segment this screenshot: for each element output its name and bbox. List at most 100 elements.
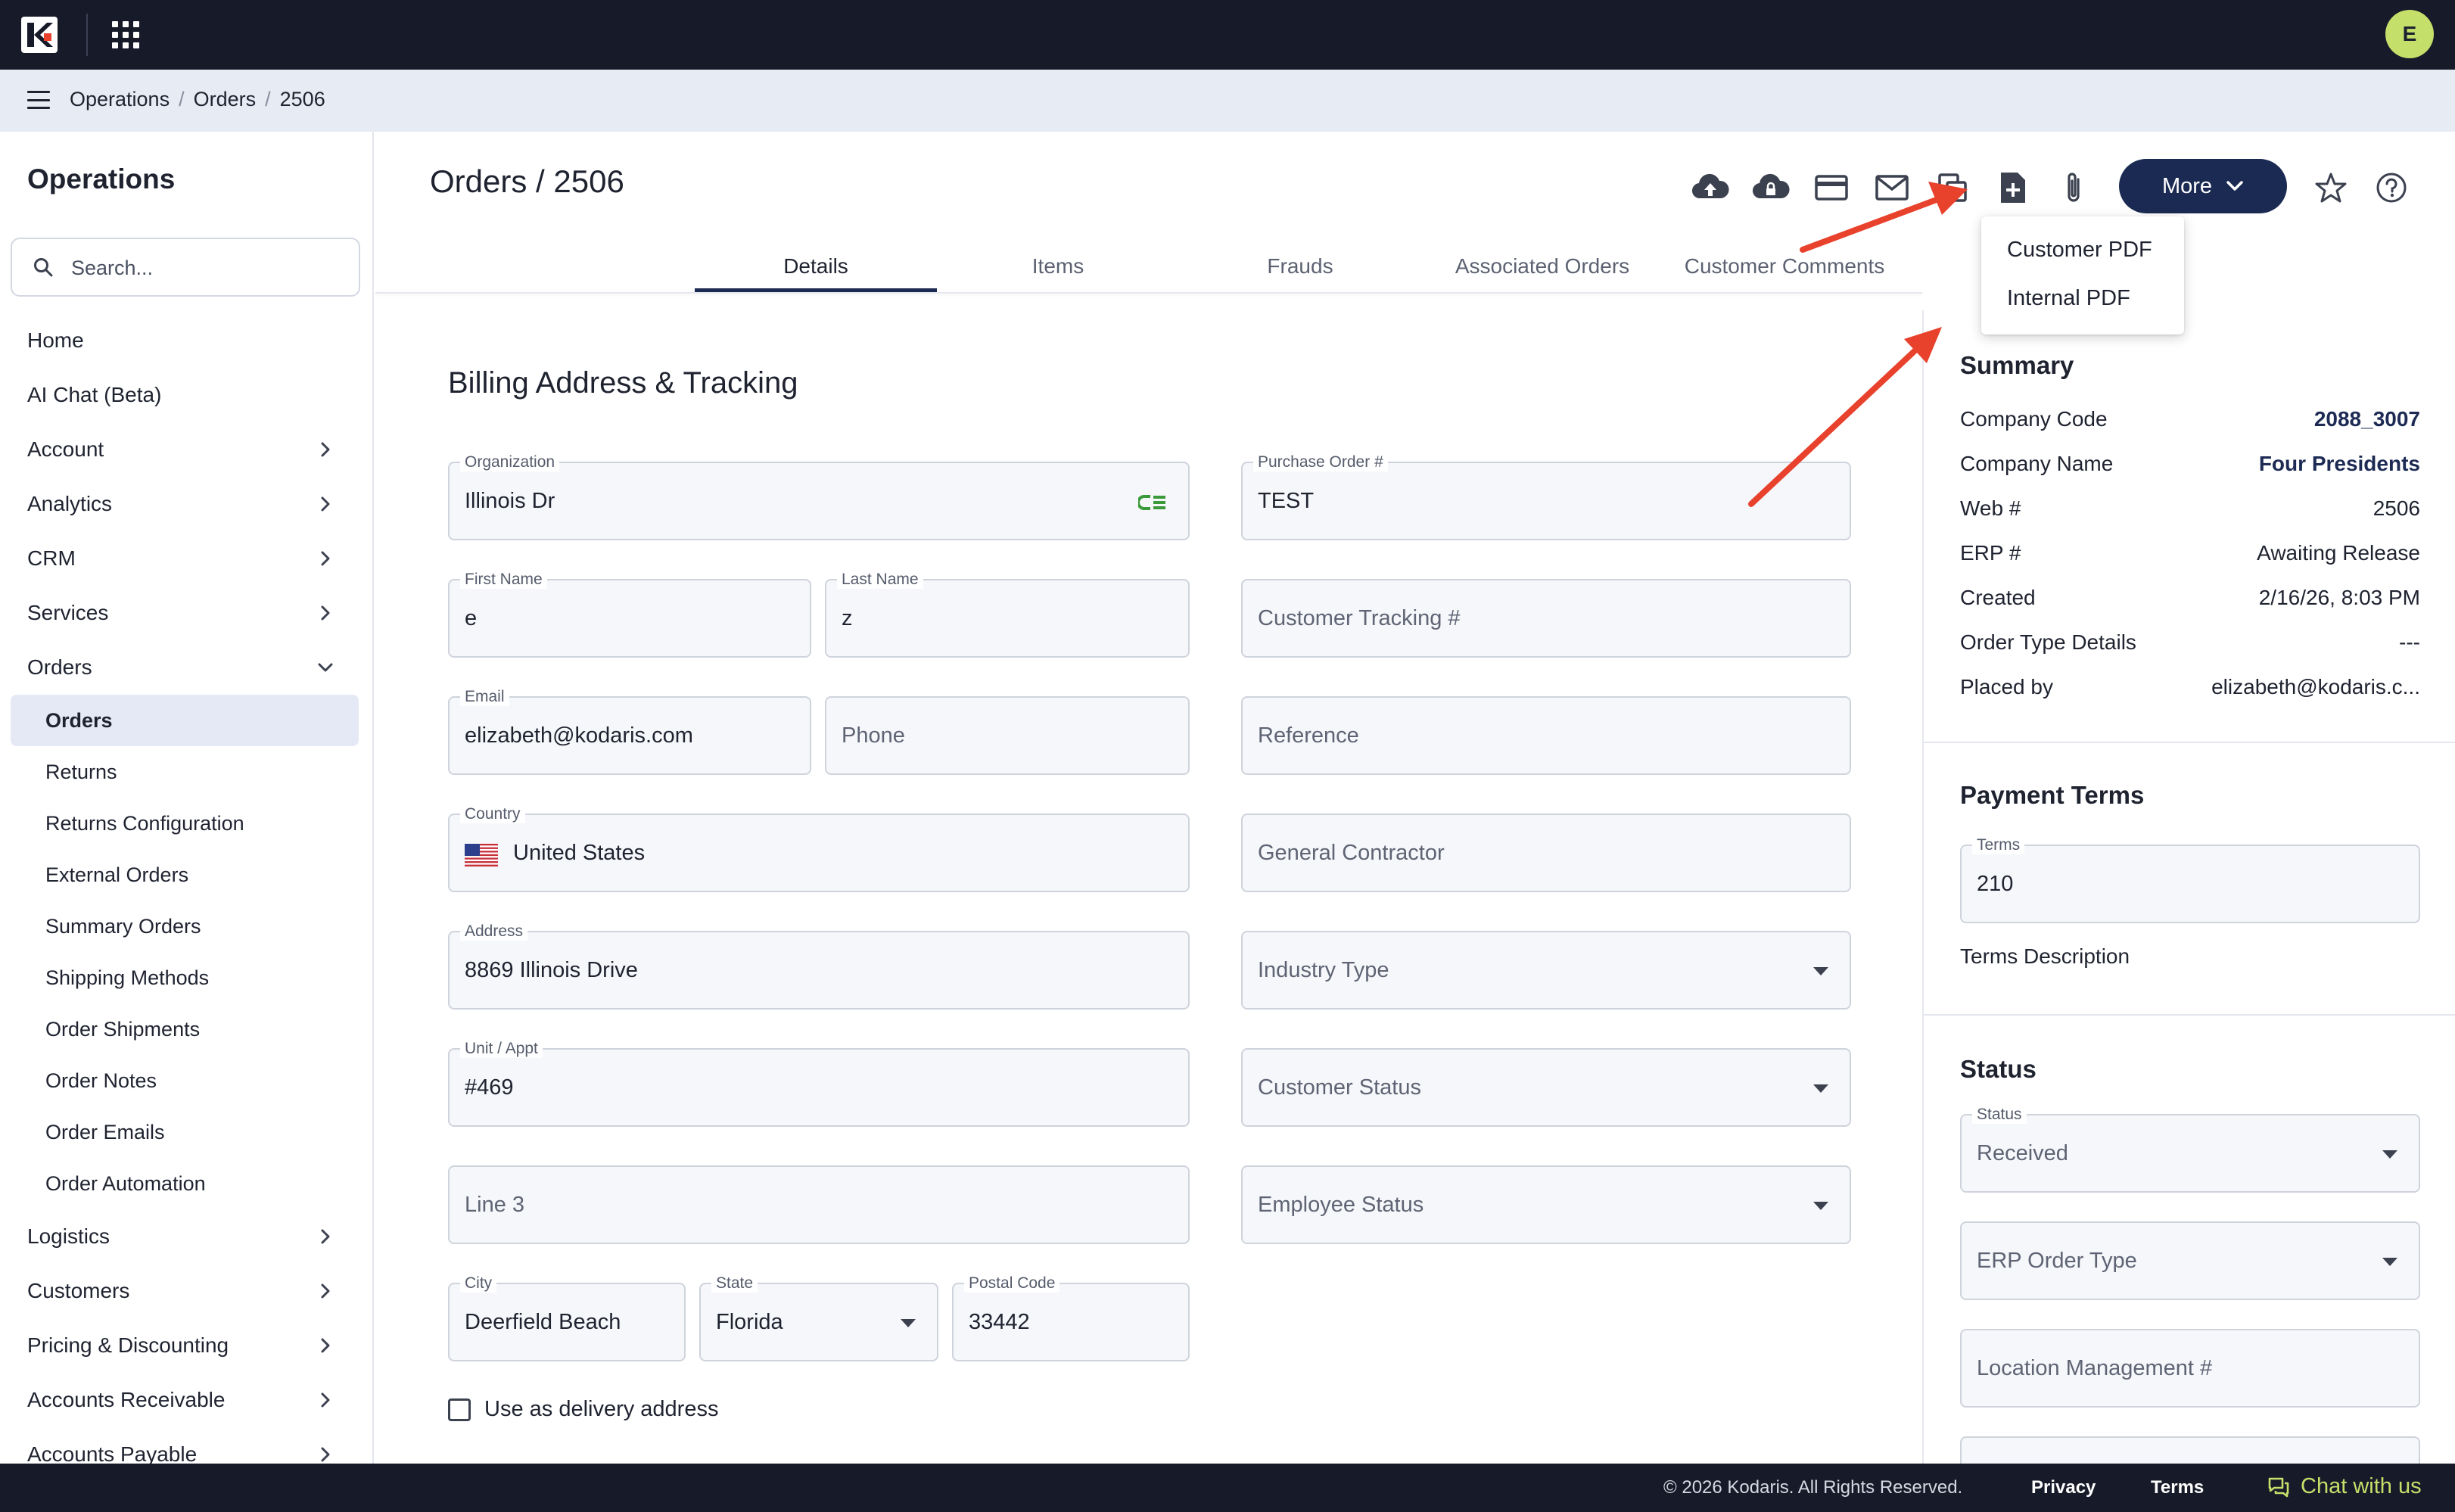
unit-field[interactable]: Unit / Appt #469	[448, 1040, 1190, 1127]
customer-status-select[interactable]: Customer Status	[1241, 1048, 1851, 1127]
purchase-order-value: TEST	[1258, 489, 1315, 513]
line3-field[interactable]: Line 3	[448, 1165, 1190, 1244]
user-avatar[interactable]: E	[2385, 10, 2434, 58]
terms-field[interactable]: Terms 210	[1960, 836, 2420, 923]
credit-card-icon[interactable]	[1812, 168, 1851, 207]
city-label: City	[460, 1274, 497, 1293]
sidebar-subitem-order-notes[interactable]: Order Notes	[0, 1055, 372, 1106]
search-input[interactable]	[71, 253, 344, 283]
country-field[interactable]: Country United States	[448, 805, 1190, 892]
location-management-field[interactable]: Location Management #	[1960, 1329, 2420, 1408]
erp-order-type-select[interactable]: ERP Order Type	[1960, 1221, 2420, 1300]
mail-icon[interactable]	[1872, 168, 1912, 207]
sidebar-item-account[interactable]: Account	[0, 422, 372, 477]
cloud-lock-icon[interactable]	[1751, 168, 1791, 207]
sidebar-item-accounts-receivable[interactable]: Accounts Receivable	[0, 1373, 372, 1427]
address-field[interactable]: Address 8869 Illinois Drive	[448, 922, 1190, 1010]
sidebar-subitem-order-emails[interactable]: Order Emails	[0, 1106, 372, 1158]
last-name-field[interactable]: Last Name z	[825, 571, 1190, 658]
tab-items[interactable]: Items	[937, 242, 1179, 292]
dropdown-arrow-icon	[2382, 1258, 2397, 1266]
more-button-label: More	[2161, 173, 2213, 198]
first-name-field[interactable]: First Name e	[448, 571, 811, 658]
app-grid-icon[interactable]	[112, 21, 139, 48]
sidebar-item-orders[interactable]: Orders	[0, 640, 372, 695]
industry-type-select[interactable]: Industry Type	[1241, 931, 1851, 1010]
tab-frauds[interactable]: Frauds	[1179, 242, 1421, 292]
sidebar-subitem-shipping-methods[interactable]: Shipping Methods	[0, 952, 372, 1003]
email-field[interactable]: Email elizabeth@kodaris.com	[448, 688, 811, 775]
sidebar-subitem-returns-configuration[interactable]: Returns Configuration	[0, 798, 372, 849]
organization-field[interactable]: Organization Illinois Dr	[448, 453, 1190, 540]
sidebar-item-pricing-discounting[interactable]: Pricing & Discounting	[0, 1318, 372, 1373]
summary-value[interactable]: Four Presidents	[2259, 452, 2420, 476]
dropdown-arrow-icon	[2382, 1150, 2397, 1159]
phone-field[interactable]: Phone	[825, 696, 1190, 775]
breadcrumb-bar: Operations / Orders / 2506	[0, 70, 2455, 132]
tab-associated-orders[interactable]: Associated Orders	[1421, 242, 1663, 292]
last-name-label: Last Name	[837, 571, 923, 589]
attachment-icon[interactable]	[2054, 168, 2093, 207]
summary-value: Awaiting Release	[2257, 541, 2420, 565]
sidebar-item-services[interactable]: Services	[0, 586, 372, 640]
payment-terms-title: Payment Terms	[1960, 781, 2145, 809]
copy-icon[interactable]	[1933, 168, 1972, 207]
sidebar-item-ai-chat-beta[interactable]: AI Chat (Beta)	[0, 368, 372, 422]
sidebar-item-crm[interactable]: CRM	[0, 531, 372, 586]
last-name-value: z	[842, 606, 853, 630]
sidebar-subitem-order-shipments[interactable]: Order Shipments	[0, 1003, 372, 1055]
breadcrumb-orders[interactable]: Orders	[194, 88, 257, 111]
state-select[interactable]: State Florida	[699, 1274, 938, 1361]
sidebar-item-customers[interactable]: Customers	[0, 1264, 372, 1318]
summary-row-placed-by: Placed by elizabeth@kodaris.c...	[1960, 675, 2420, 699]
sidebar-title: Operations	[27, 163, 176, 194]
organization-link-icon[interactable]	[1138, 490, 1168, 515]
menu-toggle-icon[interactable]	[27, 91, 50, 109]
sidebar-subitem-external-orders[interactable]: External Orders	[0, 849, 372, 901]
add-document-icon[interactable]	[1993, 168, 2033, 207]
chat-label: Chat with us	[2301, 1474, 2422, 1498]
tab-details[interactable]: Details	[695, 242, 937, 292]
summary-value[interactable]: 2088_3007	[2314, 407, 2420, 431]
postal-code-label: Postal Code	[964, 1274, 1060, 1293]
breadcrumb-operations[interactable]: Operations	[70, 88, 170, 111]
postal-code-field[interactable]: Postal Code 33442	[952, 1274, 1190, 1361]
star-icon[interactable]	[2311, 168, 2351, 207]
kodaris-logo[interactable]	[21, 17, 58, 53]
general-contractor-field[interactable]: General Contractor	[1241, 814, 1851, 892]
menu-item-customer-pdf[interactable]: Customer PDF	[1981, 226, 2184, 274]
sidebar-item-label: Services	[27, 601, 109, 624]
help-icon[interactable]	[2372, 168, 2411, 207]
sidebar-subitem-summary-orders[interactable]: Summary Orders	[0, 901, 372, 952]
menu-item-internal-pdf[interactable]: Internal PDF	[1981, 274, 2184, 322]
purchase-order-field[interactable]: Purchase Order # TEST	[1241, 453, 1851, 540]
sidebar-item-logistics[interactable]: Logistics	[0, 1209, 372, 1264]
city-field[interactable]: City Deerfield Beach	[448, 1274, 686, 1361]
terms-link[interactable]: Terms	[2151, 1477, 2204, 1498]
payment-divider	[1924, 1014, 2455, 1016]
employee-status-select[interactable]: Employee Status	[1241, 1165, 1851, 1244]
chevron-right-icon	[321, 1283, 330, 1299]
dropdown-arrow-icon	[901, 1319, 916, 1327]
use-as-delivery-row[interactable]: Use as delivery address	[448, 1397, 718, 1422]
billing-section-title: Billing Address & Tracking	[448, 366, 798, 400]
cloud-upload-icon[interactable]	[1691, 168, 1730, 207]
tab-customer-comments[interactable]: Customer Comments	[1663, 242, 1906, 292]
more-button[interactable]: More	[2119, 159, 2287, 213]
sidebar-search[interactable]	[11, 238, 360, 297]
chevron-down-icon	[318, 663, 333, 672]
reference-field[interactable]: Reference	[1241, 696, 1851, 775]
status-select[interactable]: Status Received	[1960, 1106, 2420, 1193]
summary-value: ---	[2399, 630, 2420, 654]
sidebar-subitem-returns[interactable]: Returns	[0, 746, 372, 798]
dropdown-arrow-icon	[1813, 1202, 1828, 1210]
sidebar-item-label: Order Emails	[45, 1120, 165, 1143]
sidebar-subitem-order-automation[interactable]: Order Automation	[0, 1158, 372, 1209]
use-as-delivery-checkbox[interactable]	[448, 1398, 471, 1421]
customer-tracking-field[interactable]: Customer Tracking #	[1241, 579, 1851, 658]
sidebar-subitem-orders[interactable]: Orders	[11, 695, 359, 746]
sidebar-item-home[interactable]: Home	[0, 313, 372, 368]
sidebar-item-analytics[interactable]: Analytics	[0, 477, 372, 531]
privacy-link[interactable]: Privacy	[2031, 1477, 2096, 1498]
chat-button[interactable]: Chat with us	[2267, 1474, 2422, 1499]
